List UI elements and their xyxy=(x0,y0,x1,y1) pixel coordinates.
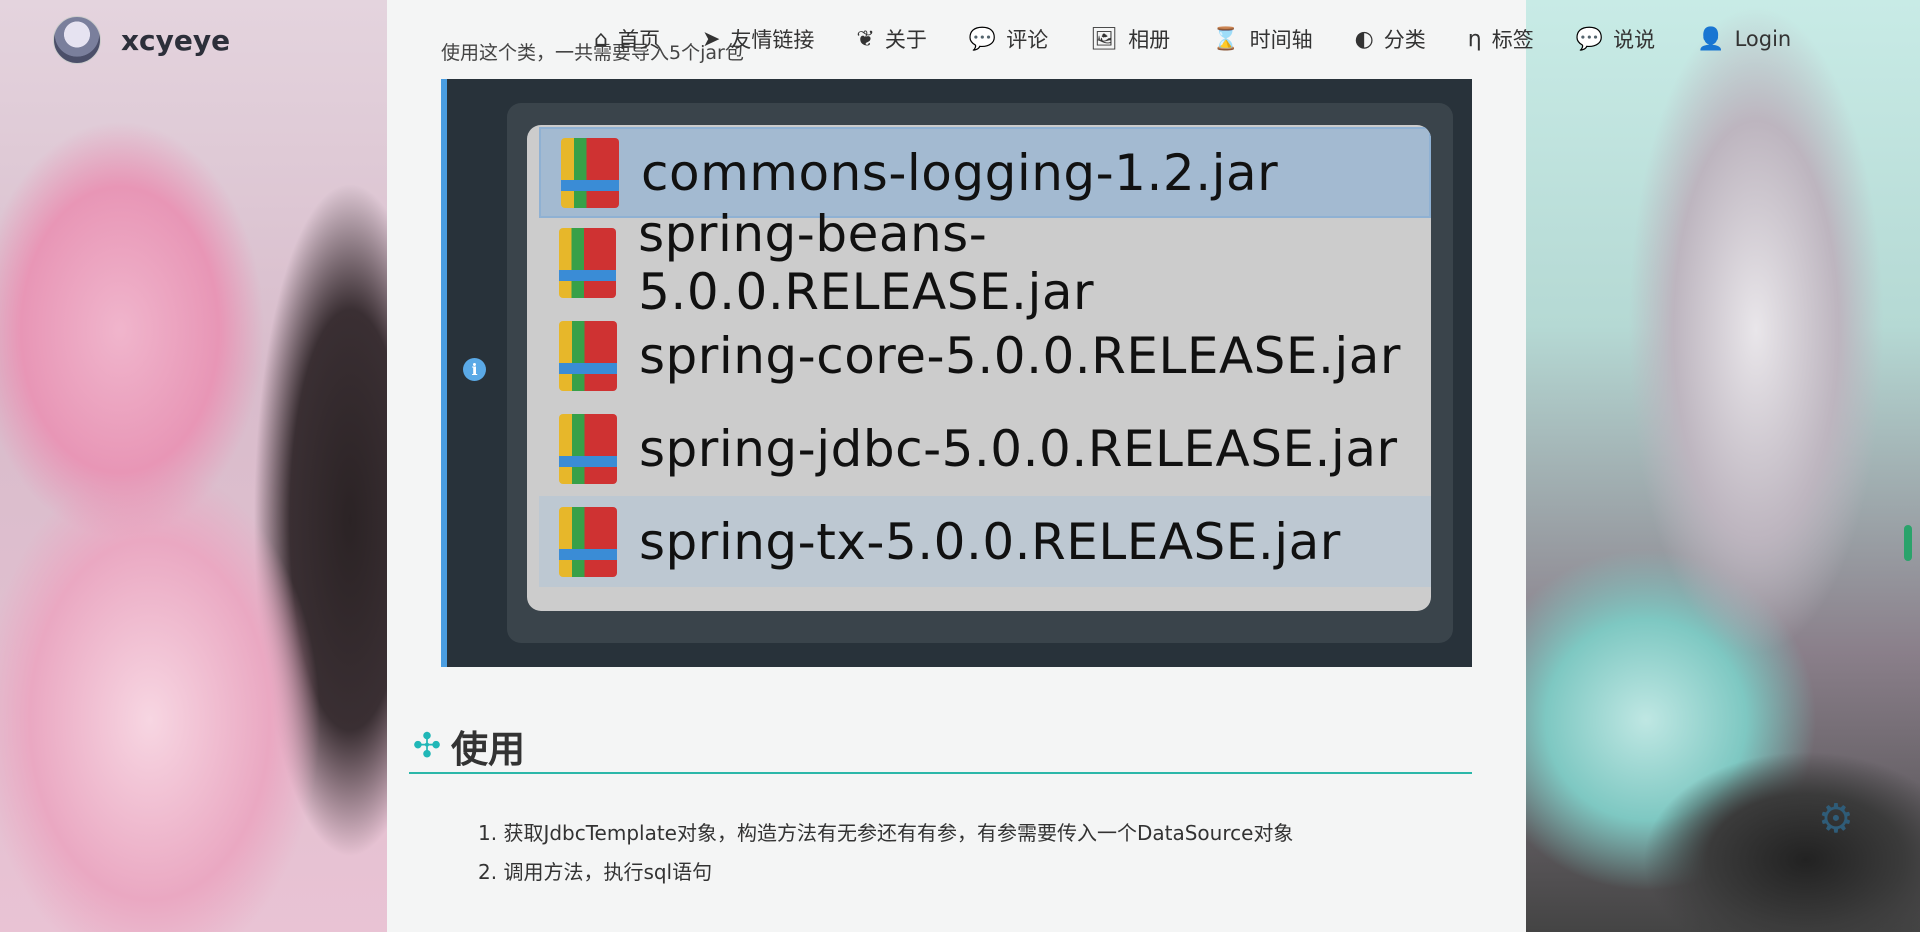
jar-filename: spring-jdbc-5.0.0.RELEASE.jar xyxy=(639,419,1398,478)
nav-item-album[interactable]: 🖼 相册 xyxy=(1090,24,1170,54)
main-menu: ⌂ 首页 ➤ 友情链接 ❦ 关于 💬 评论 🖼 相册 ⌛ 时间轴 ◐ 分类 η 标签 💬 说说 👤… xyxy=(594,24,1833,54)
nav-item-about[interactable]: ❦ 关于 xyxy=(856,24,926,54)
user-icon: 👤 xyxy=(1697,26,1725,52)
nav-item-comments[interactable]: 💬 评论 xyxy=(969,24,1048,54)
pinwheel-icon: ✣ xyxy=(412,726,442,766)
nav-item-category[interactable]: ◐ 分类 xyxy=(1355,24,1426,54)
nav-item-tags[interactable]: η 标签 xyxy=(1468,24,1534,54)
nav-item-timeline[interactable]: ⌛ 时间轴 xyxy=(1212,24,1312,54)
jar-row: spring-tx-5.0.0.RELEASE.jar xyxy=(539,496,1431,587)
nav-label: 相册 xyxy=(1128,28,1171,52)
jar-archive-icon xyxy=(559,320,617,391)
jar-archive-icon xyxy=(559,506,617,577)
nav-item-home[interactable]: ⌂ 首页 xyxy=(594,24,660,54)
nav-label: 分类 xyxy=(1383,28,1426,52)
jar-list-screenshot: commons-logging-1.2.jar spring-beans-5.0… xyxy=(527,125,1431,611)
nav-label: 首页 xyxy=(617,28,660,52)
nav-label: 关于 xyxy=(884,28,927,52)
section-heading: ✣ 使用 xyxy=(409,720,1472,774)
jar-row: spring-jdbc-5.0.0.RELEASE.jar xyxy=(539,403,1431,494)
jar-filename: spring-tx-5.0.0.RELEASE.jar xyxy=(639,512,1341,571)
jar-archive-icon xyxy=(559,413,617,484)
info-icon: i xyxy=(463,358,486,381)
top-navbar: xcyeye ⌂ 首页 ➤ 友情链接 ❦ 关于 💬 评论 🖼 相册 ⌛ 时间轴 ◐ 分类 η标… xyxy=(0,0,1920,80)
nav-label: 友情链接 xyxy=(730,28,815,52)
nav-item-login[interactable]: 👤 Login xyxy=(1697,27,1791,52)
jar-filename: commons-logging-1.2.jar xyxy=(641,143,1279,202)
list-item: 2. 调用方法，执行sql语句 xyxy=(478,860,713,884)
background-art-right: ⚙ xyxy=(1526,0,1920,932)
leaf-icon: ❦ xyxy=(856,26,875,52)
category-icon: ◐ xyxy=(1354,26,1374,52)
comments-icon: 💬 xyxy=(968,26,997,52)
home-icon: ⌂ xyxy=(594,26,608,52)
jar-row: spring-beans-5.0.0.RELEASE.jar xyxy=(539,205,1431,321)
jar-archive-icon xyxy=(561,137,619,208)
nav-item-talk[interactable]: 💬 说说 xyxy=(1576,24,1655,54)
nav-label: 评论 xyxy=(1006,28,1049,52)
tag-icon: η xyxy=(1467,26,1482,52)
gear-icon[interactable]: ⚙ xyxy=(1818,796,1854,842)
jar-row: spring-core-5.0.0.RELEASE.jar xyxy=(539,310,1431,401)
avatar[interactable] xyxy=(53,16,101,64)
image-icon: 🖼 xyxy=(1090,26,1119,52)
site-logo[interactable]: xcyeye xyxy=(53,16,230,64)
jar-filename: spring-beans-5.0.0.RELEASE.jar xyxy=(638,204,1095,321)
info-block: i commons-logging-1.2.jar spring-beans-5… xyxy=(441,79,1472,667)
article-panel: 使用这个类，一共需要导入5个jar包 i commons-logging-1.2… xyxy=(387,0,1526,932)
steps-list: 1. 获取JdbcTemplate对象，构造方法有无参还有有参，有参需要传入一个… xyxy=(478,814,1293,892)
nav-label: Login xyxy=(1734,27,1792,51)
chat-icon: 💬 xyxy=(1575,26,1604,52)
scroll-marker[interactable] xyxy=(1904,525,1912,561)
list-item: 1. 获取JdbcTemplate对象，构造方法有无参还有有参，有参需要传入一个… xyxy=(478,821,1294,845)
site-name[interactable]: xcyeye xyxy=(121,24,230,57)
nav-label: 标签 xyxy=(1491,28,1534,52)
section-heading-text: 使用 xyxy=(451,728,525,771)
nav-label: 时间轴 xyxy=(1249,28,1313,52)
nav-label: 说说 xyxy=(1613,28,1656,52)
jar-filename: spring-core-5.0.0.RELEASE.jar xyxy=(639,326,1401,385)
hourglass-icon: ⌛ xyxy=(1212,26,1240,52)
background-art-left xyxy=(0,0,390,932)
paper-plane-icon: ➤ xyxy=(701,26,721,52)
nav-item-links[interactable]: ➤ 友情链接 xyxy=(702,24,814,54)
jar-archive-icon xyxy=(559,227,617,298)
